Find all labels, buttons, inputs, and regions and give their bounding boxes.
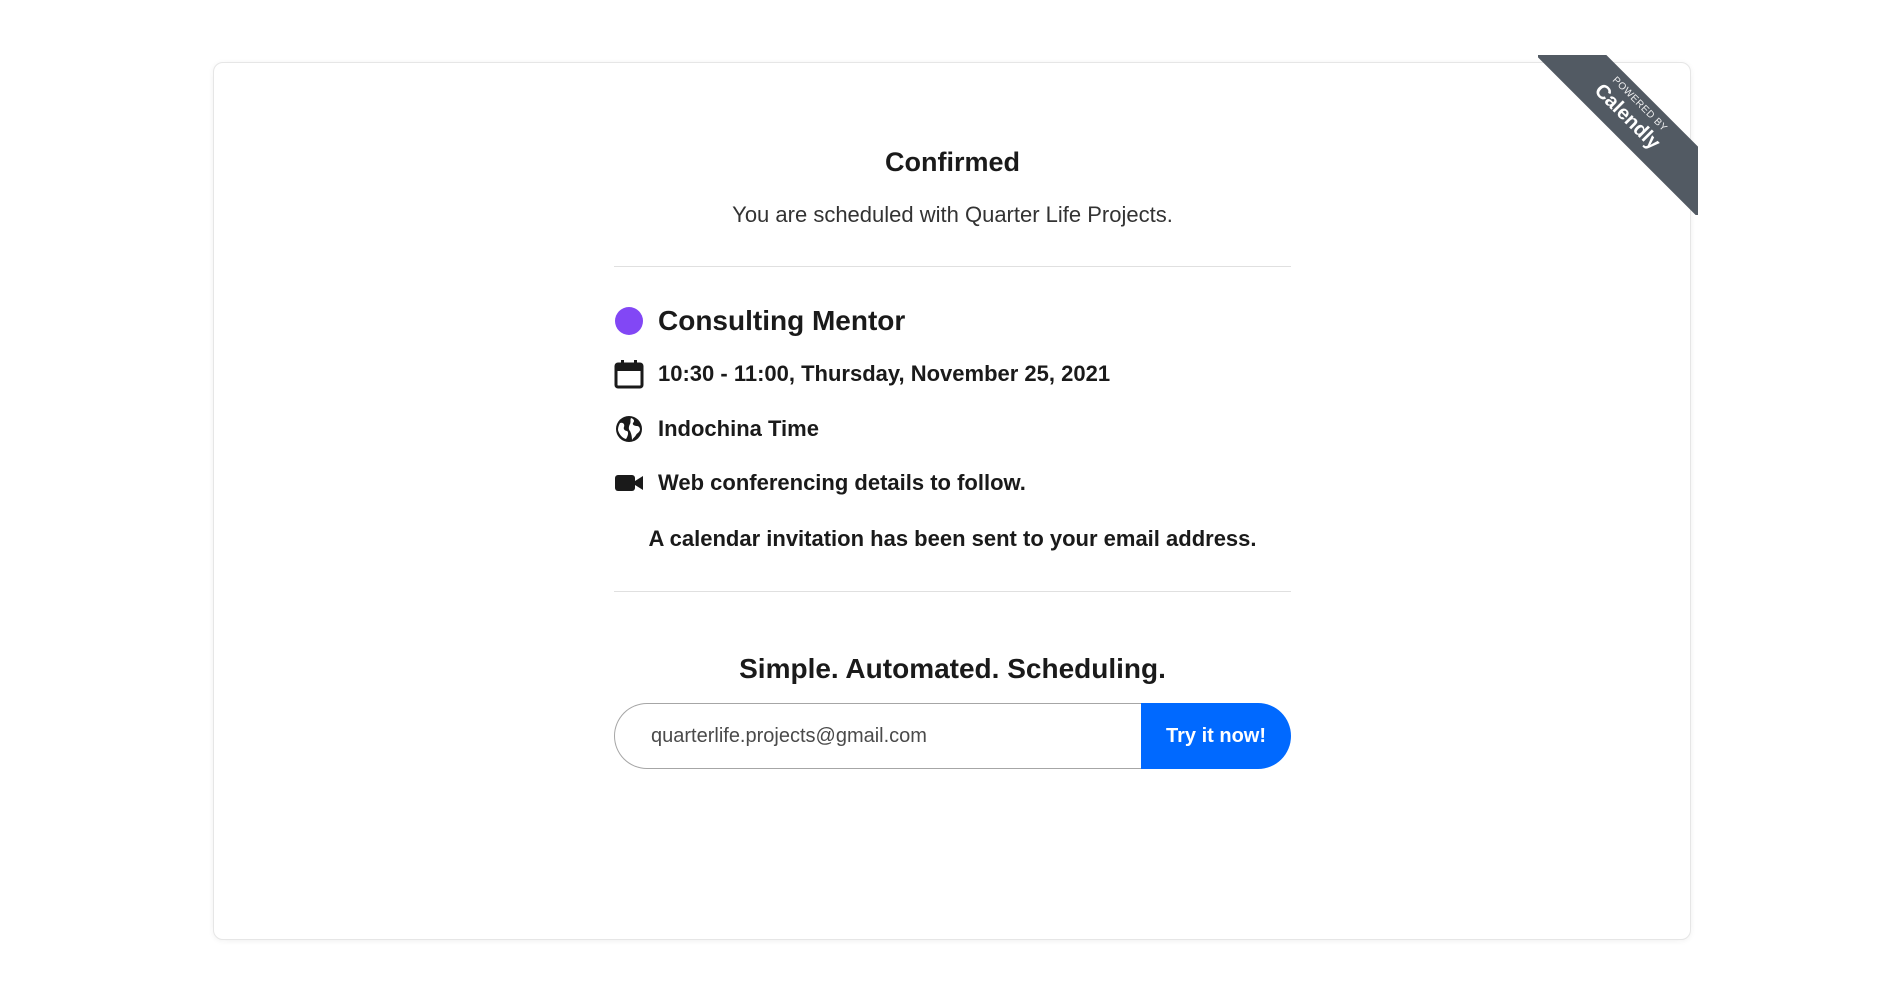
color-dot-icon [614, 306, 644, 336]
video-camera-icon [614, 468, 644, 498]
globe-icon [614, 414, 644, 444]
email-field[interactable] [614, 703, 1141, 769]
event-location-row: Web conferencing details to follow. [614, 466, 1026, 500]
top-divider [614, 266, 1291, 267]
confirmation-card: POWERED BY Calendly Confirmed You are sc… [213, 55, 1698, 940]
event-datetime: 10:30 - 11:00, Thursday, November 25, 20… [658, 361, 1111, 386]
event-name: Consulting Mentor [658, 305, 906, 336]
scheduled-with-text: You are scheduled with Quarter Life Proj… [732, 202, 1173, 227]
event-timezone-row: Indochina Time [614, 412, 819, 446]
powered-by-ribbon[interactable]: POWERED BY Calendly [1538, 55, 1698, 215]
event-datetime-row: 10:30 - 11:00, Thursday, November 25, 20… [614, 357, 1110, 391]
signup-form: Try it now! [614, 703, 1291, 769]
event-location: Web conferencing details to follow. [658, 470, 1026, 495]
promo-title: Simple. Automated. Scheduling. [739, 653, 1166, 684]
bottom-divider [614, 591, 1291, 592]
calendly-ribbon-badge[interactable]: POWERED BY Calendly [1538, 55, 1698, 215]
event-timezone: Indochina Time [658, 416, 819, 441]
page-title: Confirmed [885, 147, 1020, 177]
calendar-invitation-notice: A calendar invitation has been sent to y… [648, 526, 1257, 551]
try-it-now-button[interactable]: Try it now! [1141, 703, 1291, 769]
calendar-icon [614, 359, 644, 389]
event-name-row: Consulting Mentor [614, 304, 905, 338]
